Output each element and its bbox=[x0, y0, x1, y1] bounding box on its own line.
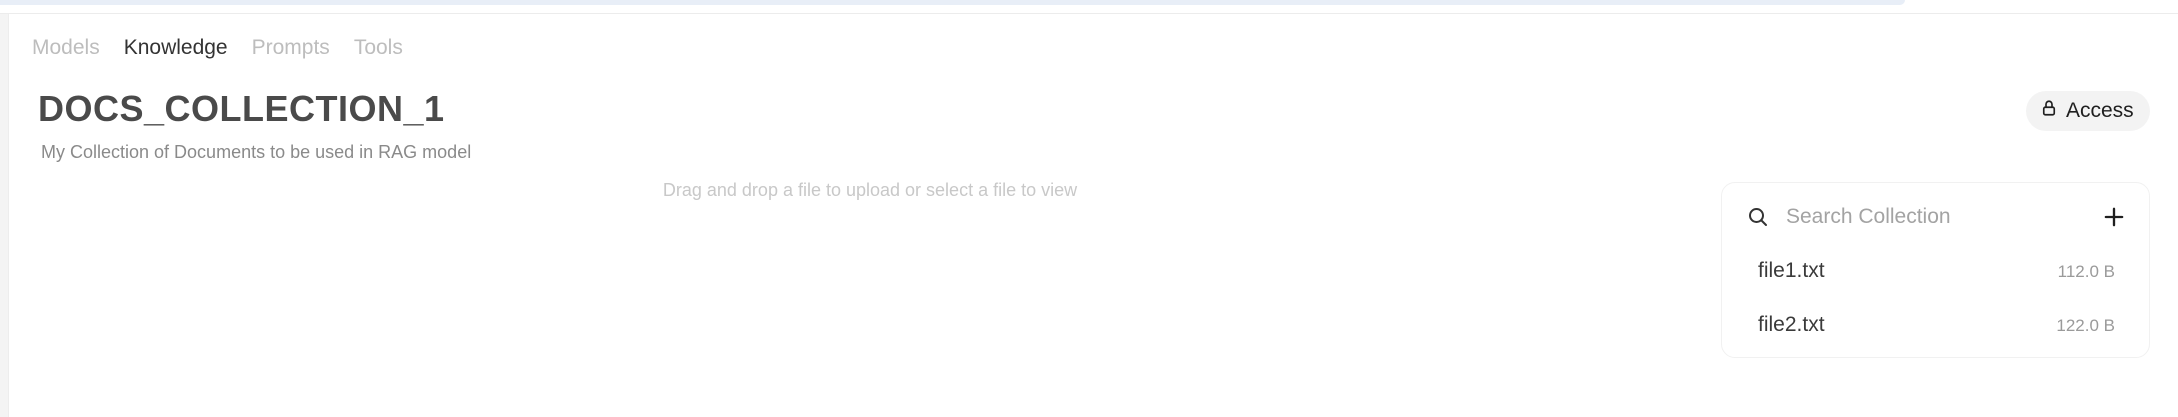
horizontal-scrollbar[interactable] bbox=[0, 0, 1905, 5]
lock-icon bbox=[2040, 99, 2058, 123]
collection-title[interactable]: DOCS_COLLECTION_1 bbox=[38, 88, 445, 130]
access-button-label: Access bbox=[2066, 99, 2134, 122]
collection-files-panel: file1.txt 112.0 B file2.txt 122.0 B bbox=[1721, 182, 2150, 358]
tab-models[interactable]: Models bbox=[32, 36, 100, 60]
search-icon bbox=[1746, 205, 1770, 229]
top-bar bbox=[0, 0, 2178, 14]
tab-tools[interactable]: Tools bbox=[354, 36, 403, 60]
file-name: file2.txt bbox=[1758, 313, 1825, 336]
sidebar-edge bbox=[0, 14, 9, 417]
search-collection-input[interactable] bbox=[1786, 201, 2076, 233]
tab-prompts[interactable]: Prompts bbox=[252, 36, 330, 60]
add-file-button[interactable] bbox=[2100, 203, 2128, 231]
file-size: 122.0 B bbox=[2056, 316, 2115, 335]
access-button[interactable]: Access bbox=[2026, 91, 2150, 131]
workspace-tabs: Models Knowledge Prompts Tools bbox=[32, 36, 403, 60]
file-size: 112.0 B bbox=[2057, 262, 2115, 281]
file-dropzone-hint[interactable]: Drag and drop a file to upload or select… bbox=[500, 180, 1240, 201]
tab-knowledge[interactable]: Knowledge bbox=[124, 36, 228, 60]
file-list-item[interactable]: file1.txt 112.0 B bbox=[1722, 249, 2149, 293]
file-name: file1.txt bbox=[1758, 259, 1825, 282]
search-row bbox=[1722, 183, 2149, 249]
collection-description[interactable]: My Collection of Documents to be used in… bbox=[41, 142, 471, 163]
file-list-item[interactable]: file2.txt 122.0 B bbox=[1722, 303, 2149, 347]
